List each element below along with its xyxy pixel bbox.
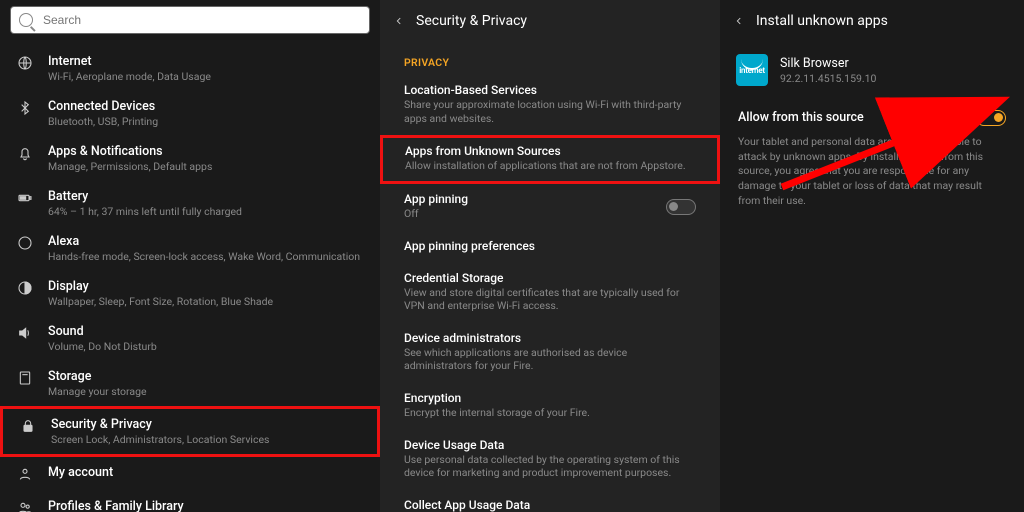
silk-browser-icon: internet <box>736 54 768 86</box>
sidebar-item-security[interactable]: Security & Privacy Screen Lock, Administ… <box>0 406 380 457</box>
panel-header: Install unknown apps <box>720 0 1024 44</box>
sidebar-item-sub: Manage, Permissions, Default apps <box>48 160 366 173</box>
sidebar-item-label: My account <box>48 465 366 480</box>
allow-description: Your tablet and personal data are more v… <box>738 135 1006 208</box>
sidebar-item-alexa[interactable]: Alexa Hands-free mode, Screen-lock acces… <box>0 226 380 271</box>
setting-title: Device Usage Data <box>404 438 696 452</box>
sidebar-item-label: Alexa <box>48 234 366 249</box>
lock-icon <box>17 417 39 435</box>
sidebar-item-label: Display <box>48 279 366 294</box>
sidebar-item-label: Security & Privacy <box>51 417 363 432</box>
setting-unknown-sources[interactable]: Apps from Unknown Sources Allow installa… <box>380 135 720 184</box>
sidebar-item-storage[interactable]: Storage Manage your storage <box>0 361 380 406</box>
sidebar-item-label: Storage <box>48 369 366 384</box>
allow-from-source-row[interactable]: Allow from this source Your tablet and p… <box>720 100 1024 216</box>
sidebar-item-sub: Hands-free mode, Screen-lock access, Wak… <box>48 250 366 263</box>
speaker-icon <box>14 324 36 342</box>
search-field[interactable] <box>10 6 370 34</box>
panel-header: Security & Privacy <box>380 0 720 44</box>
sidebar-item-sub: Bluetooth, USB, Printing <box>48 115 366 128</box>
toggle-app-pinning[interactable] <box>666 199 696 215</box>
alexa-icon <box>14 234 36 252</box>
setting-encryption[interactable]: Encryption Encrypt the internal storage … <box>380 383 720 430</box>
back-button[interactable] <box>388 10 410 32</box>
sidebar-item-internet[interactable]: Internet Wi-Fi, Aeroplane mode, Data Usa… <box>0 46 380 91</box>
setting-sub: Share your approximate location using Wi… <box>404 98 696 125</box>
setting-sub: Off <box>404 207 696 221</box>
sidebar-item-apps-notifications[interactable]: Apps & Notifications Manage, Permissions… <box>0 136 380 181</box>
sidebar-item-sub: Manage your storage <box>48 385 366 398</box>
panel-title: Install unknown apps <box>756 13 888 29</box>
sidebar-item-label: Profiles & Family Library <box>48 499 366 512</box>
settings-sidebar: Internet Wi-Fi, Aeroplane mode, Data Usa… <box>0 0 380 512</box>
sidebar-item-profiles[interactable]: Profiles & Family Library Add profile, M… <box>0 491 380 512</box>
search-icon <box>19 13 33 27</box>
security-privacy-panel: Security & Privacy PRIVACY Location-Base… <box>380 0 720 512</box>
people-icon <box>14 499 36 512</box>
toggle-allow-from-source[interactable] <box>976 110 1006 126</box>
search-input[interactable] <box>43 13 361 27</box>
setting-app-pinning[interactable]: App pinning Off <box>380 184 720 231</box>
sidebar-item-battery[interactable]: Battery 64% – 1 hr, 37 mins left until f… <box>0 181 380 226</box>
sidebar-item-label: Connected Devices <box>48 99 366 114</box>
sidebar-item-my-account[interactable]: My account <box>0 457 380 491</box>
sidebar-item-label: Apps & Notifications <box>48 144 366 159</box>
sidebar-item-sub: Volume, Do Not Disturb <box>48 340 366 353</box>
setting-device-usage[interactable]: Device Usage Data Use personal data coll… <box>380 430 720 490</box>
setting-app-pinning-prefs[interactable]: App pinning preferences <box>380 231 720 263</box>
sidebar-item-label: Battery <box>48 189 366 204</box>
setting-collect-app-usage[interactable]: Collect App Usage Data Allow Appstore to… <box>380 490 720 512</box>
setting-location-services[interactable]: Location-Based Services Share your appro… <box>380 75 720 135</box>
battery-icon <box>14 189 36 207</box>
person-icon <box>14 465 36 483</box>
back-button[interactable] <box>728 10 750 32</box>
sidebar-item-label: Internet <box>48 54 366 69</box>
setting-title: Collect App Usage Data <box>404 498 696 512</box>
bell-icon <box>14 144 36 162</box>
setting-credential-storage[interactable]: Credential Storage View and store digita… <box>380 263 720 323</box>
sidebar-item-sub: 64% – 1 hr, 37 mins left until fully cha… <box>48 205 366 218</box>
sidebar-item-sound[interactable]: Sound Volume, Do Not Disturb <box>0 316 380 361</box>
sidebar-item-label: Sound <box>48 324 366 339</box>
settings-menu: Internet Wi-Fi, Aeroplane mode, Data Usa… <box>0 42 380 512</box>
globe-icon <box>14 54 36 72</box>
sidebar-item-connected-devices[interactable]: Connected Devices Bluetooth, USB, Printi… <box>0 91 380 136</box>
app-version: 92.2.11.4515.159.10 <box>780 72 876 85</box>
panel-title: Security & Privacy <box>416 13 527 29</box>
setting-title: Device administrators <box>404 331 696 345</box>
setting-title: App pinning <box>404 192 696 206</box>
setting-title: Apps from Unknown Sources <box>405 144 695 158</box>
app-icon-label: internet <box>739 66 764 75</box>
section-label: PRIVACY <box>380 44 720 75</box>
setting-title: Encryption <box>404 391 696 405</box>
allow-label: Allow from this source <box>738 110 1006 125</box>
app-name: Silk Browser <box>780 56 876 71</box>
sidebar-item-display[interactable]: Display Wallpaper, Sleep, Font Size, Rot… <box>0 271 380 316</box>
setting-sub: See which applications are authorised as… <box>404 346 696 373</box>
sidebar-item-sub: Screen Lock, Administrators, Location Se… <box>51 433 363 446</box>
setting-device-admins[interactable]: Device administrators See which applicat… <box>380 323 720 383</box>
setting-sub: Use personal data collected by the opera… <box>404 453 696 480</box>
app-row: internet Silk Browser 92.2.11.4515.159.1… <box>720 44 1024 100</box>
setting-title: Location-Based Services <box>404 83 696 97</box>
sidebar-item-sub: Wallpaper, Sleep, Font Size, Rotation, B… <box>48 295 366 308</box>
setting-title: Credential Storage <box>404 271 696 285</box>
install-unknown-apps-panel: Install unknown apps internet Silk Brows… <box>720 0 1024 512</box>
display-icon <box>14 279 36 297</box>
setting-sub: Encrypt the internal storage of your Fir… <box>404 406 696 420</box>
setting-sub: Allow installation of applications that … <box>405 159 695 173</box>
bluetooth-icon <box>14 99 36 117</box>
sidebar-item-sub: Wi-Fi, Aeroplane mode, Data Usage <box>48 70 366 83</box>
setting-sub: View and store digital certificates that… <box>404 286 696 313</box>
storage-icon <box>14 369 36 387</box>
setting-title: App pinning preferences <box>404 239 696 253</box>
